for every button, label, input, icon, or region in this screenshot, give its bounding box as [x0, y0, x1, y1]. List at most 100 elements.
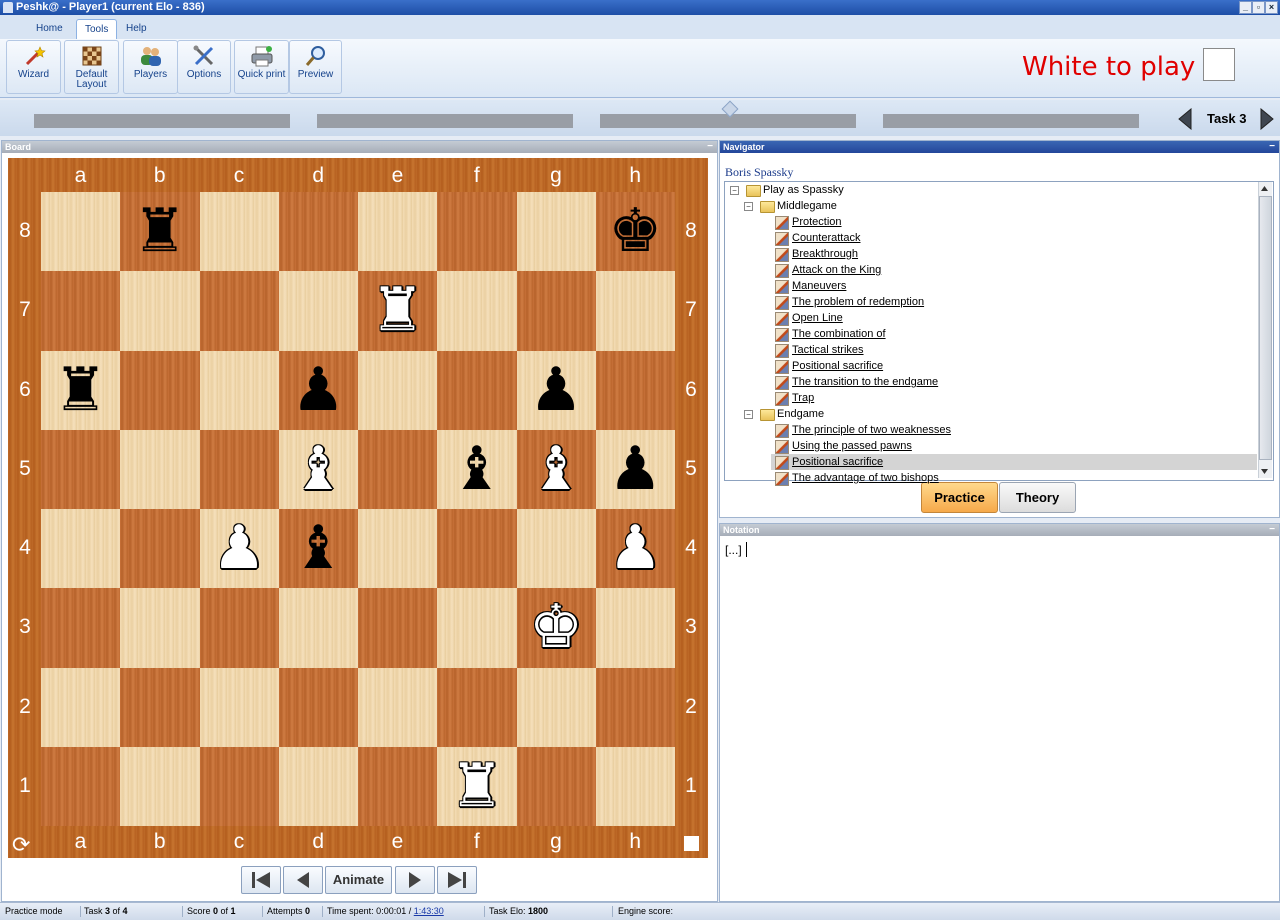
white-pawn-h4[interactable]: ♟ — [596, 509, 675, 588]
task-segment-2[interactable] — [317, 114, 573, 128]
task-segment-4[interactable] — [883, 114, 1139, 128]
square-e2[interactable] — [358, 667, 438, 747]
quick-print-button[interactable]: Quick print — [234, 40, 289, 94]
square-h2[interactable] — [595, 667, 675, 747]
white-rook-e7[interactable]: ♜ — [358, 271, 437, 350]
square-e3[interactable] — [358, 588, 438, 668]
square-c7[interactable] — [199, 271, 279, 351]
tree-item[interactable]: Tactical strikes — [792, 342, 864, 358]
collapse-toggle[interactable]: − — [730, 186, 739, 195]
tree-item[interactable]: The principle of two weaknesses — [792, 422, 951, 438]
square-f7[interactable] — [437, 271, 517, 351]
tree-item[interactable]: Protection — [792, 214, 842, 230]
square-c6[interactable] — [199, 350, 279, 430]
theory-button[interactable]: Theory — [999, 482, 1076, 513]
collapse-icon[interactable]: − — [1269, 524, 1275, 536]
tab-help[interactable]: Help — [118, 19, 155, 39]
square-g4[interactable] — [516, 509, 596, 589]
next-task-arrow-icon[interactable] — [1259, 108, 1275, 130]
tree-item[interactable]: Breakthrough — [792, 246, 858, 262]
tree-item[interactable]: The combination of — [792, 326, 886, 342]
square-a8[interactable] — [41, 192, 121, 272]
tree-group-endgame[interactable]: Endgame — [777, 406, 824, 422]
tree-item[interactable]: The problem of redemption — [792, 294, 924, 310]
square-h1[interactable] — [595, 746, 675, 826]
square-f2[interactable] — [437, 667, 517, 747]
preview-button[interactable]: Preview — [289, 40, 342, 94]
rotate-board-icon[interactable]: ⟳ — [12, 832, 30, 858]
white-king-g3[interactable]: ♚ — [517, 588, 596, 667]
players-button[interactable]: Players — [123, 40, 178, 94]
tree-item[interactable]: The transition to the endgame — [792, 374, 938, 390]
black-rook-a6[interactable]: ♜ — [41, 351, 120, 430]
tree-item[interactable]: Open Line — [792, 310, 843, 326]
square-h3[interactable] — [595, 588, 675, 668]
square-g7[interactable] — [516, 271, 596, 351]
tree-item[interactable]: The advantage of two bishops — [792, 470, 939, 486]
white-bishop-d5[interactable]: ♝ — [279, 430, 358, 509]
collapse-toggle[interactable]: − — [744, 410, 753, 419]
maximize-button[interactable]: ▫ — [1252, 1, 1265, 14]
task-segment-1[interactable] — [34, 114, 290, 128]
black-king-h8[interactable]: ♚ — [596, 192, 675, 271]
tree-root[interactable]: Play as Spassky — [763, 182, 844, 198]
practice-button[interactable]: Practice — [921, 482, 998, 513]
black-pawn-h5[interactable]: ♟ — [596, 430, 675, 509]
tree-item[interactable]: Positional sacrifice — [792, 454, 883, 470]
square-d2[interactable] — [278, 667, 358, 747]
default-layout-button[interactable]: Default Layout — [64, 40, 119, 94]
square-c5[interactable] — [199, 429, 279, 509]
close-button[interactable]: × — [1265, 1, 1278, 14]
square-e1[interactable] — [358, 746, 438, 826]
black-pawn-d6[interactable]: ♟ — [279, 351, 358, 430]
square-f4[interactable] — [437, 509, 517, 589]
square-h7[interactable] — [595, 271, 675, 351]
first-move-button[interactable] — [241, 866, 281, 894]
white-pawn-c4[interactable]: ♟ — [200, 509, 279, 588]
square-a4[interactable] — [41, 509, 121, 589]
square-a2[interactable] — [41, 667, 121, 747]
square-f8[interactable] — [437, 192, 517, 272]
square-b1[interactable] — [120, 746, 200, 826]
square-b3[interactable] — [120, 588, 200, 668]
tree-scrollbar-thumb[interactable] — [1259, 196, 1272, 460]
square-a3[interactable] — [41, 588, 121, 668]
white-bishop-g5[interactable]: ♝ — [517, 430, 596, 509]
next-move-button[interactable] — [395, 866, 435, 894]
square-f3[interactable] — [437, 588, 517, 668]
notation-text[interactable]: [...] — [725, 543, 742, 557]
tree-item[interactable]: Maneuvers — [792, 278, 846, 294]
chessboard[interactable]: ♜ ♚ ♜ ♜ ♟ ♟ ♝ ♝ ♝ ♟ ♟ ♝ ♟ ♚ ♜ — [41, 192, 675, 826]
square-d7[interactable] — [278, 271, 358, 351]
minimize-button[interactable]: _ — [1239, 1, 1252, 14]
black-rook-b8[interactable]: ♜ — [120, 192, 199, 271]
last-move-button[interactable] — [437, 866, 477, 894]
square-e4[interactable] — [358, 509, 438, 589]
square-c8[interactable] — [199, 192, 279, 272]
options-button[interactable]: Options — [177, 40, 231, 94]
square-b4[interactable] — [120, 509, 200, 589]
black-bishop-d4[interactable]: ♝ — [279, 509, 358, 588]
tree-item[interactable]: Counterattack — [792, 230, 860, 246]
square-d1[interactable] — [278, 746, 358, 826]
square-d8[interactable] — [278, 192, 358, 272]
collapse-icon[interactable]: − — [1269, 141, 1275, 153]
square-a1[interactable] — [41, 746, 121, 826]
tree-item[interactable]: Positional sacrifice — [792, 358, 883, 374]
square-b7[interactable] — [120, 271, 200, 351]
tab-tools[interactable]: Tools — [76, 19, 118, 40]
tree-item[interactable]: Trap — [792, 390, 814, 406]
white-rook-f1[interactable]: ♜ — [437, 747, 516, 826]
square-a5[interactable] — [41, 429, 121, 509]
square-g1[interactable] — [516, 746, 596, 826]
square-c1[interactable] — [199, 746, 279, 826]
wizard-button[interactable]: Wizard — [6, 40, 61, 94]
square-b5[interactable] — [120, 429, 200, 509]
tree-group-middlegame[interactable]: Middlegame — [777, 198, 837, 214]
animate-button[interactable]: Animate — [325, 866, 392, 894]
square-b2[interactable] — [120, 667, 200, 747]
square-b6[interactable] — [120, 350, 200, 430]
square-a7[interactable] — [41, 271, 121, 351]
black-pawn-g6[interactable]: ♟ — [517, 351, 596, 430]
square-h6[interactable] — [595, 350, 675, 430]
